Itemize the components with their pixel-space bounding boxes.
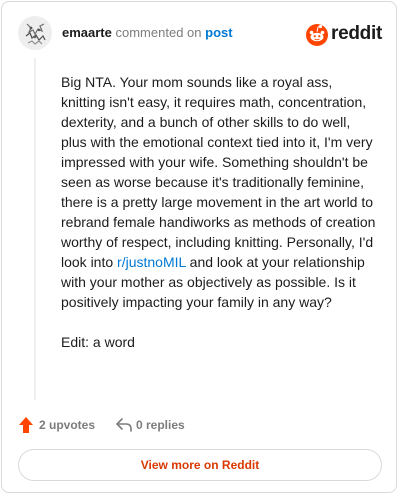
comment-header: emaarte commented on post reddit [18, 16, 382, 52]
reply-arrow-icon [116, 418, 132, 432]
comment-edit-note: Edit: a word [61, 334, 135, 350]
avatar-image-icon [18, 16, 52, 50]
upvote-button[interactable]: 2 upvotes [18, 415, 102, 435]
comment-embed-card: emaarte commented on post reddit Big NTA… [1, 1, 397, 493]
upvotes-count: 2 upvotes [39, 418, 96, 432]
comment-meta: emaarte commented on post [62, 25, 233, 41]
author-name[interactable]: emaarte [62, 25, 112, 40]
subreddit-link[interactable]: r/justnoMIL [117, 254, 186, 270]
thread-line[interactable] [34, 58, 36, 400]
upvote-arrow-icon [19, 417, 33, 433]
comment-body: Big NTA. Your mom sounds like a royal as… [61, 72, 377, 372]
brand-name: reddit [331, 23, 382, 44]
reddit-brand[interactable]: reddit [306, 20, 382, 50]
view-more-button[interactable]: View more on Reddit [18, 449, 382, 481]
replies-count: 0 replies [136, 418, 185, 432]
comment-text-before-link: Big NTA. Your mom sounds like a royal as… [61, 74, 376, 270]
comment-paragraph: Big NTA. Your mom sounds like a royal as… [61, 72, 377, 312]
avatar[interactable] [18, 16, 52, 50]
reply-button[interactable]: 0 replies [115, 415, 205, 435]
post-link[interactable]: post [205, 25, 232, 40]
action-text: commented on [115, 25, 202, 40]
